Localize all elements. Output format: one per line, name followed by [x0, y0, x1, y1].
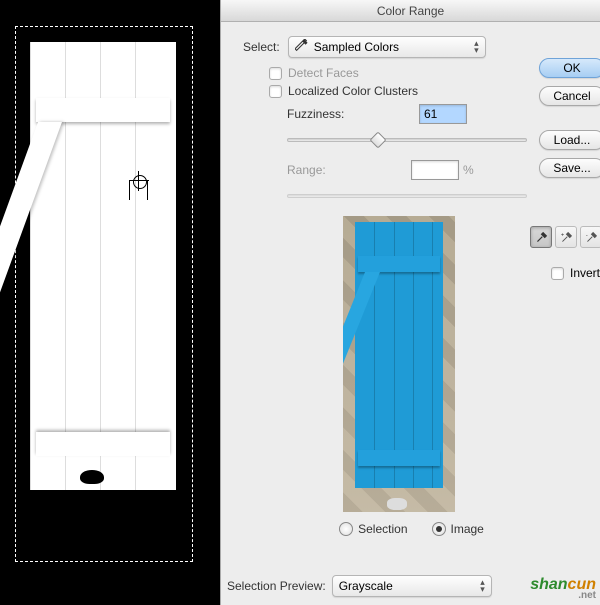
preview-thumbnail[interactable] — [343, 216, 455, 512]
selection-preview-label: Selection Preview: — [227, 579, 326, 593]
save-button[interactable]: Save... — [539, 158, 600, 178]
fuzziness-slider[interactable] — [287, 132, 527, 148]
watermark: shancun .net — [530, 576, 596, 601]
color-range-dialog: Color Range Select: Sampled Colors ▴▾ De… — [220, 0, 600, 605]
invert-checkbox[interactable] — [551, 267, 564, 280]
svg-text:-: - — [585, 232, 587, 238]
fuzziness-label: Fuzziness: — [287, 107, 367, 121]
ok-button[interactable]: OK — [539, 58, 600, 78]
dropdown-arrows-icon: ▴▾ — [480, 579, 485, 593]
shutter-preview — [30, 42, 176, 490]
invert-label: Invert — [570, 266, 600, 280]
grayscale-preview[interactable] — [30, 42, 176, 490]
svg-text:+: + — [560, 232, 564, 238]
eyedropper-tool[interactable] — [530, 226, 552, 248]
selection-preview-value: Grayscale — [339, 579, 393, 593]
cancel-button[interactable]: Cancel — [539, 86, 600, 106]
preview-mode-radios: Selection Image — [223, 522, 600, 536]
selection-radio-label: Selection — [358, 522, 407, 536]
dropdown-arrows-icon: ▴▾ — [474, 40, 479, 54]
image-radio-label: Image — [451, 522, 484, 536]
fuzziness-input[interactable] — [419, 104, 467, 124]
eyedropper-plus-tool[interactable]: + — [555, 226, 577, 248]
image-radio[interactable]: Image — [432, 522, 484, 536]
detect-faces-checkbox — [269, 67, 282, 80]
eyedropper-minus-tool[interactable]: - — [580, 226, 600, 248]
eyedropper-icon — [295, 39, 308, 55]
load-button[interactable]: Load... — [539, 130, 600, 150]
localized-clusters-checkbox[interactable] — [269, 85, 282, 98]
range-slider — [287, 188, 527, 204]
select-label: Select: — [243, 40, 280, 54]
select-value: Sampled Colors — [314, 40, 399, 54]
localized-clusters-label: Localized Color Clusters — [288, 84, 418, 98]
range-unit: % — [463, 163, 474, 177]
dialog-title: Color Range — [221, 0, 600, 22]
range-input — [411, 160, 459, 180]
selection-radio[interactable]: Selection — [339, 522, 407, 536]
color-sampler-cursor — [130, 172, 148, 190]
select-dropdown[interactable]: Sampled Colors ▴▾ — [288, 36, 486, 58]
detect-faces-label: Detect Faces — [288, 66, 359, 80]
document-canvas[interactable] — [0, 0, 220, 605]
selection-preview-dropdown[interactable]: Grayscale ▴▾ — [332, 575, 492, 597]
range-label: Range: — [287, 163, 367, 177]
